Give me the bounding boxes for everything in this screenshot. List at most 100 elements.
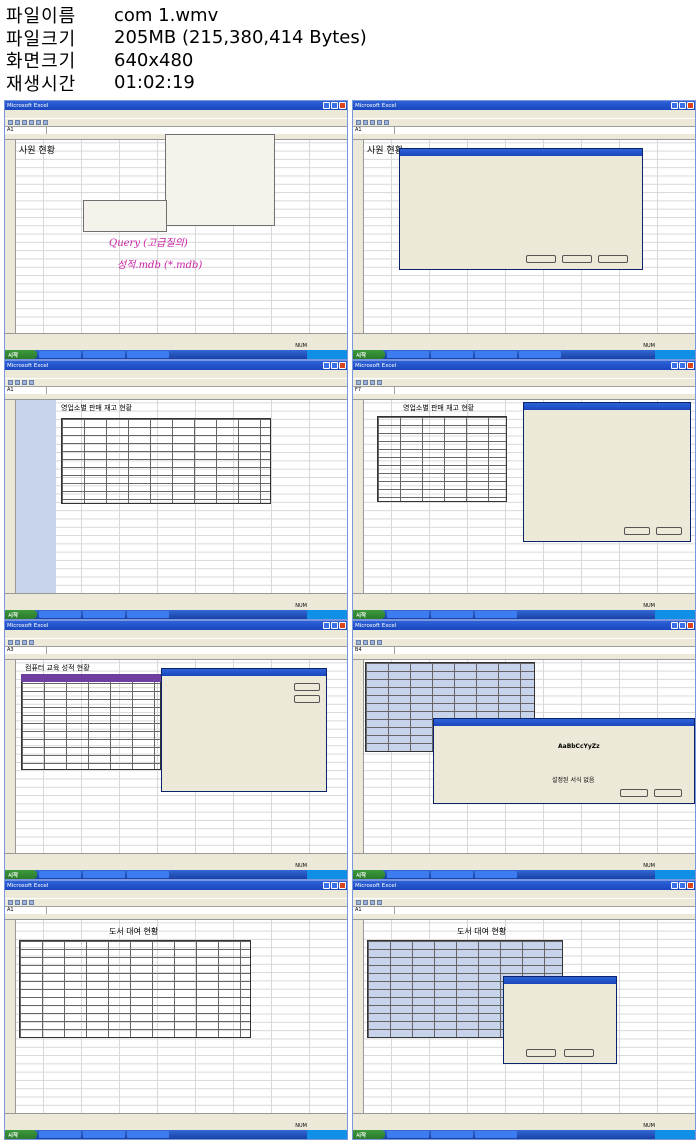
start-button[interactable]: 시작 bbox=[5, 1130, 37, 1139]
taskbar[interactable]: 시작 bbox=[5, 610, 347, 619]
taskbar[interactable]: 시작 bbox=[5, 1130, 347, 1139]
cancel-button[interactable] bbox=[654, 789, 682, 797]
menu-bar[interactable] bbox=[5, 370, 347, 378]
toolbar[interactable] bbox=[353, 638, 695, 646]
start-button[interactable]: 시작 bbox=[353, 350, 385, 359]
close-icon[interactable] bbox=[687, 102, 694, 109]
formula-bar[interactable]: A1 bbox=[353, 906, 695, 914]
toolbar[interactable] bbox=[5, 378, 347, 386]
data-table[interactable] bbox=[61, 418, 271, 504]
ok-button[interactable] bbox=[294, 683, 320, 691]
maximize-icon[interactable] bbox=[679, 882, 686, 889]
advanced-filter-dialog[interactable] bbox=[503, 976, 617, 1064]
worksheet[interactable]: 사원 현황 bbox=[353, 134, 695, 333]
toolbar[interactable] bbox=[353, 118, 695, 126]
maximize-icon[interactable] bbox=[331, 882, 338, 889]
maximize-icon[interactable] bbox=[331, 622, 338, 629]
formula-bar[interactable]: A1 bbox=[5, 386, 347, 394]
start-button[interactable]: 시작 bbox=[353, 1130, 385, 1139]
formula-bar[interactable]: B4 bbox=[353, 646, 695, 654]
minimize-icon[interactable] bbox=[323, 622, 330, 629]
formula-bar[interactable]: A1 bbox=[5, 906, 347, 914]
data-table[interactable] bbox=[21, 674, 161, 770]
taskbar[interactable]: 시작 bbox=[353, 870, 695, 879]
start-button[interactable]: 시작 bbox=[5, 350, 37, 359]
menu-bar[interactable] bbox=[353, 890, 695, 898]
toolbar[interactable] bbox=[353, 378, 695, 386]
data-table[interactable] bbox=[377, 416, 507, 502]
toolbar[interactable] bbox=[5, 118, 347, 126]
start-button[interactable]: 시작 bbox=[353, 870, 385, 879]
start-button[interactable]: 시작 bbox=[5, 610, 37, 619]
close-icon[interactable] bbox=[339, 882, 346, 889]
menu-bar[interactable] bbox=[5, 630, 347, 638]
close-icon[interactable] bbox=[339, 622, 346, 629]
sheet-tabs[interactable] bbox=[353, 1113, 695, 1122]
cancel-button[interactable] bbox=[656, 527, 682, 535]
minimize-icon[interactable] bbox=[671, 622, 678, 629]
worksheet[interactable]: 사원 현황 Query (고급질의) 성적.mdb (*.mdb) bbox=[5, 134, 347, 333]
toolbar[interactable] bbox=[353, 898, 695, 906]
ok-button[interactable] bbox=[620, 789, 648, 797]
close-icon[interactable] bbox=[339, 102, 346, 109]
cancel-button[interactable] bbox=[564, 1049, 594, 1057]
sheet-tabs[interactable] bbox=[353, 853, 695, 862]
minimize-icon[interactable] bbox=[671, 102, 678, 109]
formula-bar[interactable]: A1 bbox=[5, 126, 347, 134]
start-button[interactable]: 시작 bbox=[5, 870, 37, 879]
name-box[interactable]: B4 bbox=[353, 647, 395, 654]
name-box[interactable]: F7 bbox=[353, 387, 395, 394]
data-table[interactable] bbox=[19, 940, 251, 1038]
name-box[interactable]: A3 bbox=[5, 647, 47, 654]
menu-bar[interactable] bbox=[353, 630, 695, 638]
sheet-tabs[interactable] bbox=[353, 593, 695, 602]
taskbar[interactable]: 시작 bbox=[353, 610, 695, 619]
ok-button[interactable] bbox=[624, 527, 650, 535]
worksheet[interactable]: 도서 대여 현황 bbox=[353, 914, 695, 1113]
taskbar[interactable]: 시작 bbox=[5, 350, 347, 359]
ok-button[interactable] bbox=[526, 1049, 556, 1057]
sort-dialog[interactable] bbox=[161, 668, 327, 792]
worksheet[interactable]: 영업소별 판매 재고 현황 bbox=[353, 394, 695, 593]
worksheet[interactable]: 컴퓨터 교육 성적 현황 bbox=[5, 654, 347, 853]
dialog-button[interactable] bbox=[562, 255, 592, 263]
close-icon[interactable] bbox=[687, 362, 694, 369]
close-icon[interactable] bbox=[687, 882, 694, 889]
data-menu-dropdown[interactable] bbox=[165, 134, 275, 226]
minimize-icon[interactable] bbox=[671, 882, 678, 889]
maximize-icon[interactable] bbox=[331, 362, 338, 369]
name-box[interactable]: A1 bbox=[5, 127, 47, 134]
menu-bar[interactable] bbox=[353, 370, 695, 378]
worksheet[interactable]: 영업소별 판매 재고 현황 bbox=[5, 394, 347, 593]
maximize-icon[interactable] bbox=[331, 102, 338, 109]
taskbar[interactable]: 시작 bbox=[5, 870, 347, 879]
sheet-tabs[interactable] bbox=[5, 593, 347, 602]
submenu-dropdown[interactable] bbox=[83, 200, 167, 232]
worksheet[interactable]: 도서 대여 현황 bbox=[5, 914, 347, 1113]
name-box[interactable]: A1 bbox=[353, 127, 395, 134]
maximize-icon[interactable] bbox=[679, 362, 686, 369]
worksheet[interactable]: AaBbCcYyZz 설정된 서식 없음 bbox=[353, 654, 695, 853]
formula-bar[interactable]: A1 bbox=[353, 126, 695, 134]
dialog-button[interactable] bbox=[598, 255, 628, 263]
formula-bar[interactable]: A3 bbox=[5, 646, 347, 654]
formula-bar[interactable]: F7 bbox=[353, 386, 695, 394]
taskbar[interactable]: 시작 bbox=[353, 350, 695, 359]
query-wizard-dialog[interactable] bbox=[399, 148, 643, 270]
cancel-button[interactable] bbox=[294, 695, 320, 703]
menu-bar[interactable] bbox=[5, 890, 347, 898]
toolbar[interactable] bbox=[5, 898, 347, 906]
taskbar[interactable]: 시작 bbox=[353, 1130, 695, 1139]
sheet-tabs[interactable] bbox=[5, 1113, 347, 1122]
close-icon[interactable] bbox=[339, 362, 346, 369]
menu-bar[interactable] bbox=[353, 110, 695, 118]
conditional-format-dialog[interactable]: AaBbCcYyZz 설정된 서식 없음 bbox=[433, 718, 695, 804]
maximize-icon[interactable] bbox=[679, 102, 686, 109]
sheet-tabs[interactable] bbox=[5, 853, 347, 862]
minimize-icon[interactable] bbox=[323, 882, 330, 889]
close-icon[interactable] bbox=[687, 622, 694, 629]
minimize-icon[interactable] bbox=[323, 102, 330, 109]
name-box[interactable]: A1 bbox=[5, 907, 47, 914]
dialog-button[interactable] bbox=[526, 255, 556, 263]
menu-bar[interactable] bbox=[5, 110, 347, 118]
